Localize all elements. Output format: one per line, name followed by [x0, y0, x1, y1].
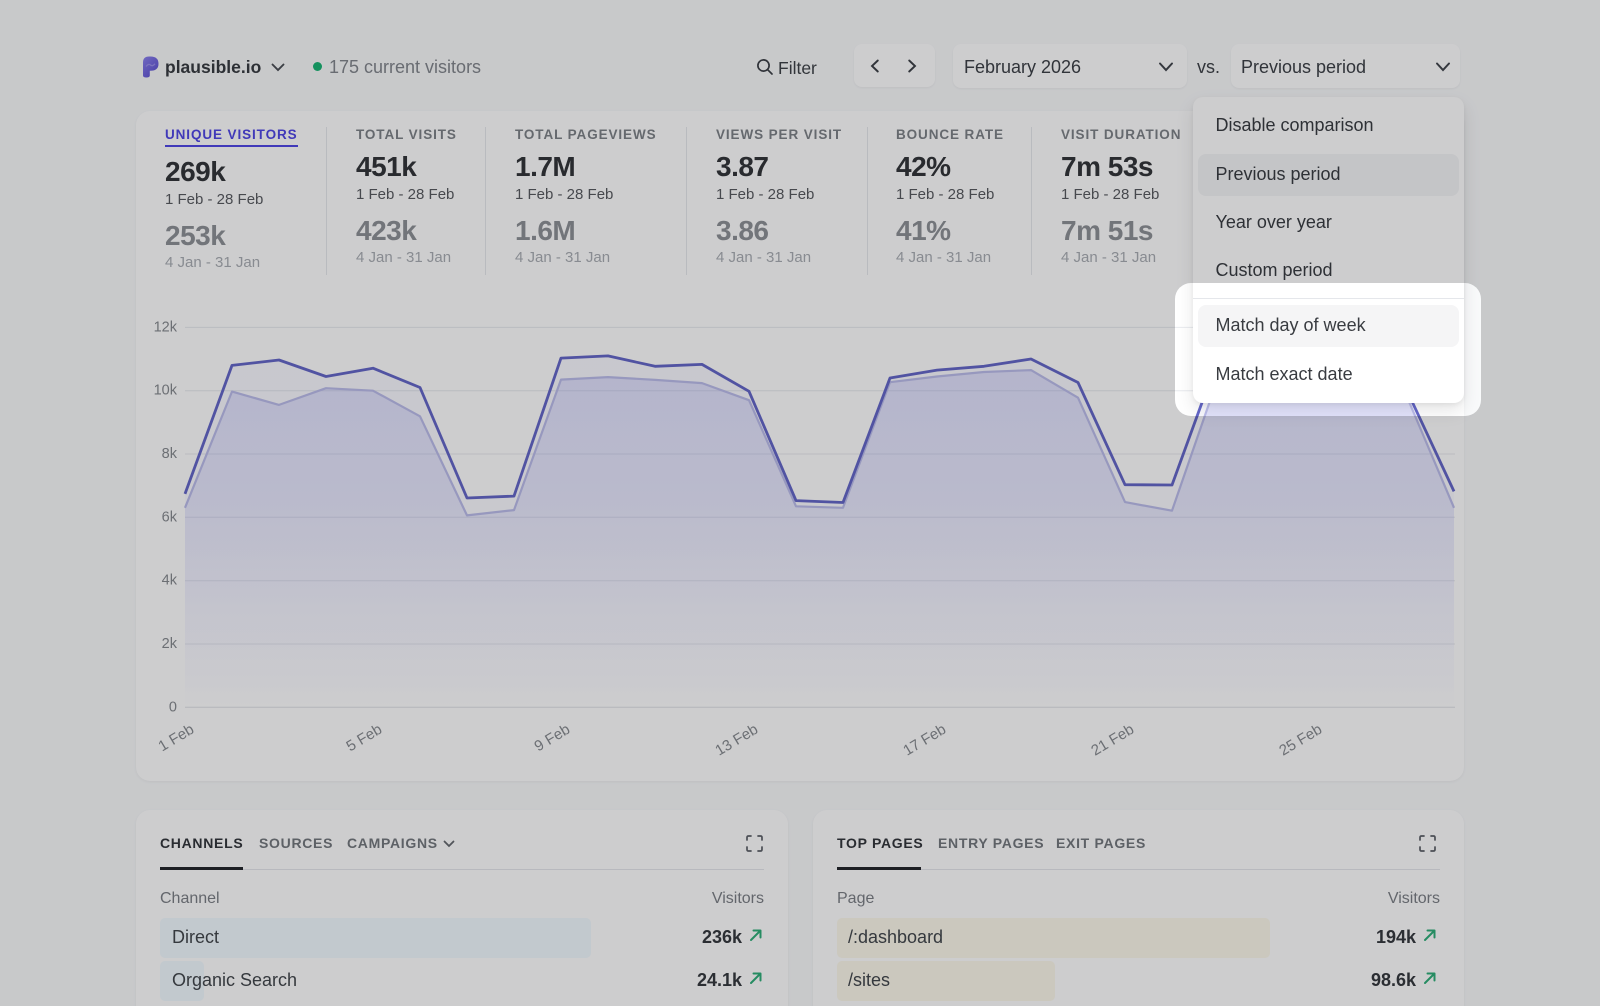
svg-text:1 Feb: 1 Feb: [155, 721, 197, 755]
svg-text:8k: 8k: [162, 446, 178, 462]
svg-text:2k: 2k: [162, 636, 178, 652]
svg-text:13 Feb: 13 Feb: [712, 721, 761, 760]
svg-text:10k: 10k: [154, 383, 178, 399]
svg-text:9 Feb: 9 Feb: [531, 721, 573, 755]
svg-text:4k: 4k: [162, 573, 178, 589]
svg-text:6k: 6k: [162, 509, 178, 525]
svg-text:21 Feb: 21 Feb: [1088, 721, 1137, 760]
svg-text:5 Feb: 5 Feb: [343, 721, 385, 755]
svg-text:0: 0: [169, 699, 177, 715]
svg-text:17 Feb: 17 Feb: [900, 721, 949, 760]
svg-text:25 Feb: 25 Feb: [1276, 721, 1325, 760]
svg-text:12k: 12k: [154, 319, 178, 335]
